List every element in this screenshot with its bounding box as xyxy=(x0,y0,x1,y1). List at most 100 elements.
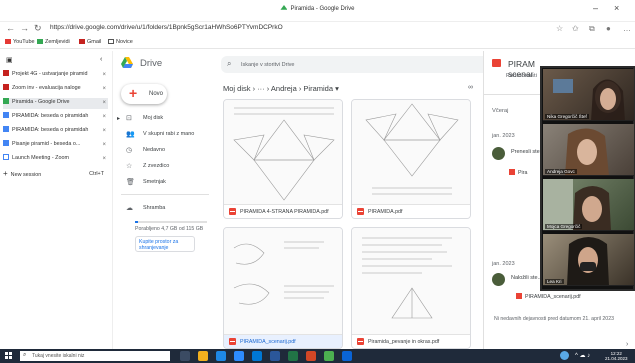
collections-icon[interactable]: ⧉ xyxy=(589,24,595,34)
file-card[interactable]: Piramida_pevanje in okras.pdf xyxy=(351,227,471,349)
new-tab-button[interactable]: + New session Ctrl+T xyxy=(3,169,108,180)
taskbar-search-placeholder: Tukaj vnesite iskalni niz xyxy=(32,353,85,359)
close-window-button[interactable]: × xyxy=(614,3,619,13)
back-icon[interactable]: ← xyxy=(6,23,15,33)
tab-details[interactable]: Podrobnosti xyxy=(506,73,537,79)
tab-item-active[interactable]: Piramida - Google Drive × xyxy=(3,98,108,109)
breadcrumb[interactable]: Moj disk › ··· › Andreja › Piramida ▾ xyxy=(223,84,339,93)
task-view-icon[interactable] xyxy=(180,351,190,361)
clock[interactable]: 12:22 21.04.2023 xyxy=(605,351,628,361)
youtube-icon xyxy=(5,39,11,44)
edge-icon[interactable] xyxy=(216,351,226,361)
bookmark-gmail[interactable]: Gmail xyxy=(79,39,101,45)
video-tile[interactable]: Mojca Gregorčič xyxy=(543,179,634,231)
nav-trash[interactable]: 🗑 Smetnjak xyxy=(113,177,213,189)
file-thumbnail xyxy=(352,228,470,336)
windows-start-icon[interactable] xyxy=(5,352,13,360)
bookmark-maps[interactable]: Zemljevidi xyxy=(37,39,70,45)
expand-icon[interactable]: ▸ xyxy=(117,115,120,122)
avatar xyxy=(492,147,505,160)
store-icon[interactable] xyxy=(252,351,262,361)
participant-name: Mojca Gregorčič xyxy=(545,224,583,229)
nav-storage[interactable]: ☁ Shramba xyxy=(113,203,213,215)
bookmark-youtube[interactable]: YouTube xyxy=(5,39,35,45)
weather-icon[interactable] xyxy=(560,351,569,360)
new-button[interactable]: + Novo xyxy=(121,84,167,104)
favorites-icon[interactable]: ✩ xyxy=(572,24,579,33)
tab-item[interactable]: PIRAMIDA: beseda o piramidah × xyxy=(3,112,108,123)
taskbar: ⌕ Tukaj vnesite iskalni niz ^ ☁ ♪ 12:22 21… xyxy=(0,349,635,363)
window-titlebar: Piramida - Google Drive – × xyxy=(0,0,635,22)
mail-icon[interactable] xyxy=(342,351,352,361)
pyramid-sketch-image xyxy=(365,103,459,195)
pdf-icon xyxy=(357,208,364,215)
close-tab-icon[interactable]: × xyxy=(102,72,106,78)
tab-item[interactable]: Projekt 4G - ustvarjanje piramid × xyxy=(3,70,108,81)
tab-item[interactable]: Zoom inv - evaluacija naloge × xyxy=(3,84,108,95)
search-input[interactable]: ⌕ Iskanje v storitvi Drive ▾ xyxy=(221,56,506,73)
collapse-tabs-icon[interactable]: ‹ xyxy=(100,56,102,63)
system-tray-icon[interactable]: ^ ☁ ♪ xyxy=(575,352,590,359)
buy-storage-button[interactable]: Kupite prostor za shranjevanje xyxy=(135,236,195,252)
nav-starred[interactable]: ☆ Z zvezdico xyxy=(113,161,213,173)
close-tab-icon[interactable]: × xyxy=(102,156,106,162)
url-field[interactable]: https://drive.google.com/drive/u/1/folde… xyxy=(50,24,530,34)
taskbar-search-input[interactable]: ⌕ Tukaj vnesite iskalni niz xyxy=(20,351,170,361)
minimize-button[interactable]: – xyxy=(593,3,598,13)
profile-icon[interactable]: ● xyxy=(606,24,611,33)
zoom-app-icon[interactable] xyxy=(234,351,244,361)
pdf-icon xyxy=(516,293,522,299)
close-tab-icon[interactable]: × xyxy=(102,86,106,92)
reload-icon[interactable]: ↻ xyxy=(34,23,42,34)
excel-icon[interactable] xyxy=(288,351,298,361)
nav-label: Nedavno xyxy=(143,147,166,153)
chevron-right-icon[interactable]: › xyxy=(626,341,628,348)
tab-actions-icon[interactable]: ▣ xyxy=(6,56,13,64)
storage-bar xyxy=(135,221,207,223)
tab-item[interactable]: PIRAMIDA: beseda o piramidah × xyxy=(3,126,108,137)
docs-icon xyxy=(3,140,9,146)
close-tab-icon[interactable]: × xyxy=(102,114,106,120)
link-icon[interactable]: ∞ xyxy=(468,84,473,91)
file-card[interactable]: PIRAMIDA.pdf xyxy=(351,99,471,219)
app-icon[interactable] xyxy=(324,351,334,361)
nav-shared[interactable]: 👥 V skupni rabi z mano xyxy=(113,129,213,141)
file-name: Piramida_pevanje in okras.pdf xyxy=(368,339,440,345)
file-name: PIRAMIDA.pdf xyxy=(368,209,403,215)
powerpoint-icon[interactable] xyxy=(306,351,316,361)
file-caption: PIRAMIDA.pdf xyxy=(352,204,470,218)
file-name: PIRAMIDA_scenarij.pdf xyxy=(240,339,296,345)
video-tile[interactable]: Nika Gregorčič Štef xyxy=(543,69,634,121)
file-card-selected[interactable]: PIRAMIDA_scenarij.pdf xyxy=(223,227,343,349)
bookmark-label: Gmail xyxy=(87,39,102,45)
tab-item[interactable]: Pisanje piramid - beseda o... × xyxy=(3,140,108,151)
storage-text: Porabljeno 4,7 GB od 115 GB xyxy=(135,226,204,232)
bookmark-news[interactable]: Novice xyxy=(108,39,133,45)
more-icon[interactable]: … xyxy=(623,24,631,33)
nav-my-drive[interactable]: ▸ ⊡ Moj disk xyxy=(113,113,213,125)
star-icon[interactable]: ☆ xyxy=(556,24,563,33)
file-card[interactable]: PIRAMIDA 4-STRANA PIRAMIDA.pdf xyxy=(223,99,343,219)
pdf-icon xyxy=(229,338,236,345)
close-tab-icon[interactable]: × xyxy=(102,142,106,148)
tab-item[interactable]: Launch Meeting - Zoom × xyxy=(3,154,108,165)
nav-recent[interactable]: ◷ Nedavno xyxy=(113,145,213,157)
new-button-label: Novo xyxy=(149,91,164,97)
activity-file[interactable]: PIRAMIDA_scenarij.pdf xyxy=(516,293,581,300)
video-call-panel[interactable]: Nika Gregorčič Štef Andreja Govc Mojca G… xyxy=(540,66,635,291)
close-tab-icon[interactable]: × xyxy=(102,100,106,106)
word-icon[interactable] xyxy=(270,351,280,361)
tab-label: Pisanje piramid - beseda o... xyxy=(12,141,81,147)
forward-icon[interactable]: → xyxy=(20,23,29,33)
trash-icon: 🗑 xyxy=(126,179,135,186)
file-caption: Piramida_pevanje in okras.pdf xyxy=(352,334,470,348)
gmail-icon xyxy=(79,39,85,44)
search-placeholder: Iskanje v storitvi Drive xyxy=(241,62,295,68)
cloud-icon: ☁ xyxy=(126,205,133,212)
file-explorer-icon[interactable] xyxy=(198,351,208,361)
activity-file[interactable]: Pira xyxy=(509,169,527,176)
star-icon: ☆ xyxy=(126,163,133,170)
video-tile[interactable]: Andreja Govc xyxy=(543,124,634,176)
close-tab-icon[interactable]: × xyxy=(102,128,106,134)
video-tile[interactable]: Lea Kri xyxy=(543,234,634,286)
